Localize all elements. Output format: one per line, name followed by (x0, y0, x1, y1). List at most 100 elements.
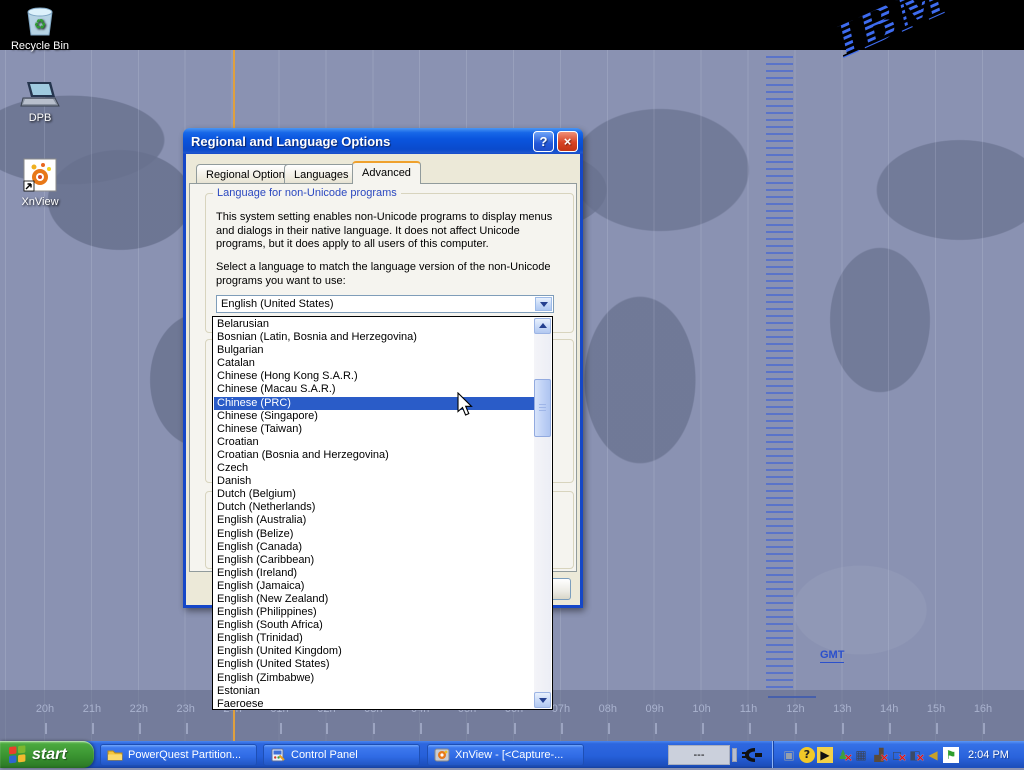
dialog-titlebar[interactable]: Regional and Language Options ? × (183, 128, 583, 154)
tab-languages[interactable]: Languages (284, 164, 358, 184)
language-option[interactable]: Dutch (Netherlands) (214, 501, 534, 514)
language-option[interactable]: Estonian (214, 685, 534, 698)
taskbar-clock[interactable]: 2:04 PM (968, 749, 1009, 761)
language-option[interactable]: English (United States) (214, 658, 534, 671)
language-option[interactable]: Croatian (214, 436, 534, 449)
tray-removable-device-icon[interactable]: ▣ (781, 747, 797, 763)
language-option[interactable]: Chinese (Macau S.A.R.) (214, 383, 534, 396)
language-option[interactable]: English (Caribbean) (214, 554, 534, 567)
language-option[interactable]: Croatian (Bosnia and Herzegovina) (214, 449, 534, 462)
hour-label: 20h (25, 703, 65, 715)
tray-network-places-icon[interactable]: ▦ (853, 747, 869, 763)
tray-audio-utility-icon[interactable]: ? (799, 747, 815, 763)
language-option[interactable]: English (Ireland) (214, 567, 534, 580)
language-option[interactable]: Chinese (Singapore) (214, 410, 534, 423)
language-option[interactable]: Faeroese (214, 698, 534, 708)
language-option[interactable]: Chinese (Hong Kong S.A.R.) (214, 370, 534, 383)
hour-tick (467, 723, 469, 734)
recycle-bin-icon: ♻ (22, 4, 58, 38)
language-option[interactable]: Danish (214, 475, 534, 488)
language-combobox[interactable]: English (United States) (216, 295, 554, 313)
taskbar-button-powerquest[interactable]: PowerQuest Partition... (100, 744, 257, 766)
chevron-down-icon (540, 302, 548, 311)
taskbar-button-xnview[interactable]: XnView - [<Capture-... (427, 744, 584, 766)
group-caption: Language for non-Unicode programs (213, 187, 401, 199)
tray-icon-glyph: ▣ (783, 747, 794, 763)
tray-messenger-offline-icon[interactable]: ♟× (835, 747, 851, 763)
hour-tick (936, 723, 938, 734)
gmt-label: GMT (820, 649, 844, 663)
desktop-icon-dpb[interactable]: DPB (2, 80, 78, 124)
list-scrollbar[interactable] (534, 318, 551, 708)
language-option[interactable]: English (Philippines) (214, 606, 534, 619)
windows-flag-icon (8, 745, 27, 764)
tray-volume-icon[interactable]: ◀ (925, 747, 941, 763)
deskband-handle[interactable] (732, 748, 737, 762)
hour-tick (373, 723, 375, 734)
hour-tick (561, 723, 563, 734)
language-option[interactable]: Czech (214, 462, 534, 475)
language-option[interactable]: English (South Africa) (214, 619, 534, 632)
hour-tick (280, 723, 282, 734)
tray-icon-glyph: ⚑ (946, 747, 957, 763)
disabled-badge: × (844, 750, 853, 766)
control-panel-icon (270, 747, 286, 763)
tray-icons: ▣? ▶ ♟×▦▟×◻×◧×◀ ⚑ (781, 747, 959, 763)
taskbar-button-control-panel[interactable]: Control Panel (263, 744, 420, 766)
hour-label: 21h (72, 703, 112, 715)
mouse-cursor (457, 392, 475, 423)
language-option[interactable]: English (United Kingdom) (214, 645, 534, 658)
hour-tick (92, 723, 94, 734)
language-option[interactable]: English (Zimbabwe) (214, 672, 534, 685)
desktop-icon-recycle-bin[interactable]: ♻ Recycle Bin (2, 4, 78, 52)
hour-tick (514, 723, 516, 734)
scroll-down-button[interactable] (534, 692, 551, 708)
scroll-up-button[interactable] (534, 318, 551, 334)
hour-tick (842, 723, 844, 734)
dialog-title: Regional and Language Options (188, 134, 530, 149)
language-option[interactable]: English (New Zealand) (214, 593, 534, 606)
start-button[interactable]: start (0, 741, 94, 768)
hour-tick (186, 723, 188, 734)
desktop-icon-xnview[interactable]: XnView (2, 158, 78, 208)
power-plug-icon (741, 745, 763, 770)
language-option[interactable]: Chinese (PRC) (214, 397, 534, 410)
language-option[interactable]: Catalan (214, 357, 534, 370)
hour-tick (608, 723, 610, 734)
system-tray: ▣? ▶ ♟×▦▟×◻×◧×◀ ⚑ 2:04 PM (772, 741, 1024, 768)
language-dropdown-list: BelarusianBosnian (Latin, Bosnia and Her… (212, 316, 553, 710)
tab-advanced[interactable]: Advanced (352, 161, 421, 184)
scrollbar-thumb[interactable] (534, 379, 551, 437)
language-option[interactable]: English (Trinidad) (214, 632, 534, 645)
tray-soundmax-icon[interactable]: ▶ (817, 747, 833, 763)
tray-signal-disabled-icon[interactable]: ▟× (871, 747, 887, 763)
language-option[interactable]: Bosnian (Latin, Bosnia and Herzegovina) (214, 331, 534, 344)
language-option[interactable]: Chinese (Taiwan) (214, 423, 534, 436)
folder-icon (107, 747, 123, 763)
language-option[interactable]: English (Belize) (214, 528, 534, 541)
tray-sync-manager-icon[interactable]: ⚑ (943, 747, 959, 763)
tray-display-disabled-icon[interactable]: ◻× (889, 747, 905, 763)
close-button[interactable]: × (557, 131, 578, 152)
hour-tick (795, 723, 797, 734)
disabled-badge: × (898, 750, 907, 766)
hour-tick (889, 723, 891, 734)
tray-icon-glyph: ▶ (820, 747, 829, 763)
language-option[interactable]: English (Canada) (214, 541, 534, 554)
hour-tick (45, 723, 47, 734)
hour-tick (702, 723, 704, 734)
hour-label: 11h (729, 703, 769, 715)
hour-label: 23h (166, 703, 206, 715)
start-label: start (32, 746, 67, 764)
taskbar-deskband[interactable]: --- (668, 745, 730, 765)
language-option[interactable]: English (Jamaica) (214, 580, 534, 593)
language-option[interactable]: Dutch (Belgium) (214, 488, 534, 501)
language-option[interactable]: Belarusian (214, 318, 534, 331)
language-option[interactable]: English (Australia) (214, 514, 534, 527)
language-option[interactable]: Bulgarian (214, 344, 534, 357)
combobox-dropdown-button[interactable] (535, 297, 552, 311)
taskbar-button-label: XnView - [<Capture-... (455, 749, 563, 761)
disabled-badge: × (880, 750, 889, 766)
tray-network-disconnected-icon[interactable]: ◧× (907, 747, 923, 763)
help-button[interactable]: ? (533, 131, 554, 152)
